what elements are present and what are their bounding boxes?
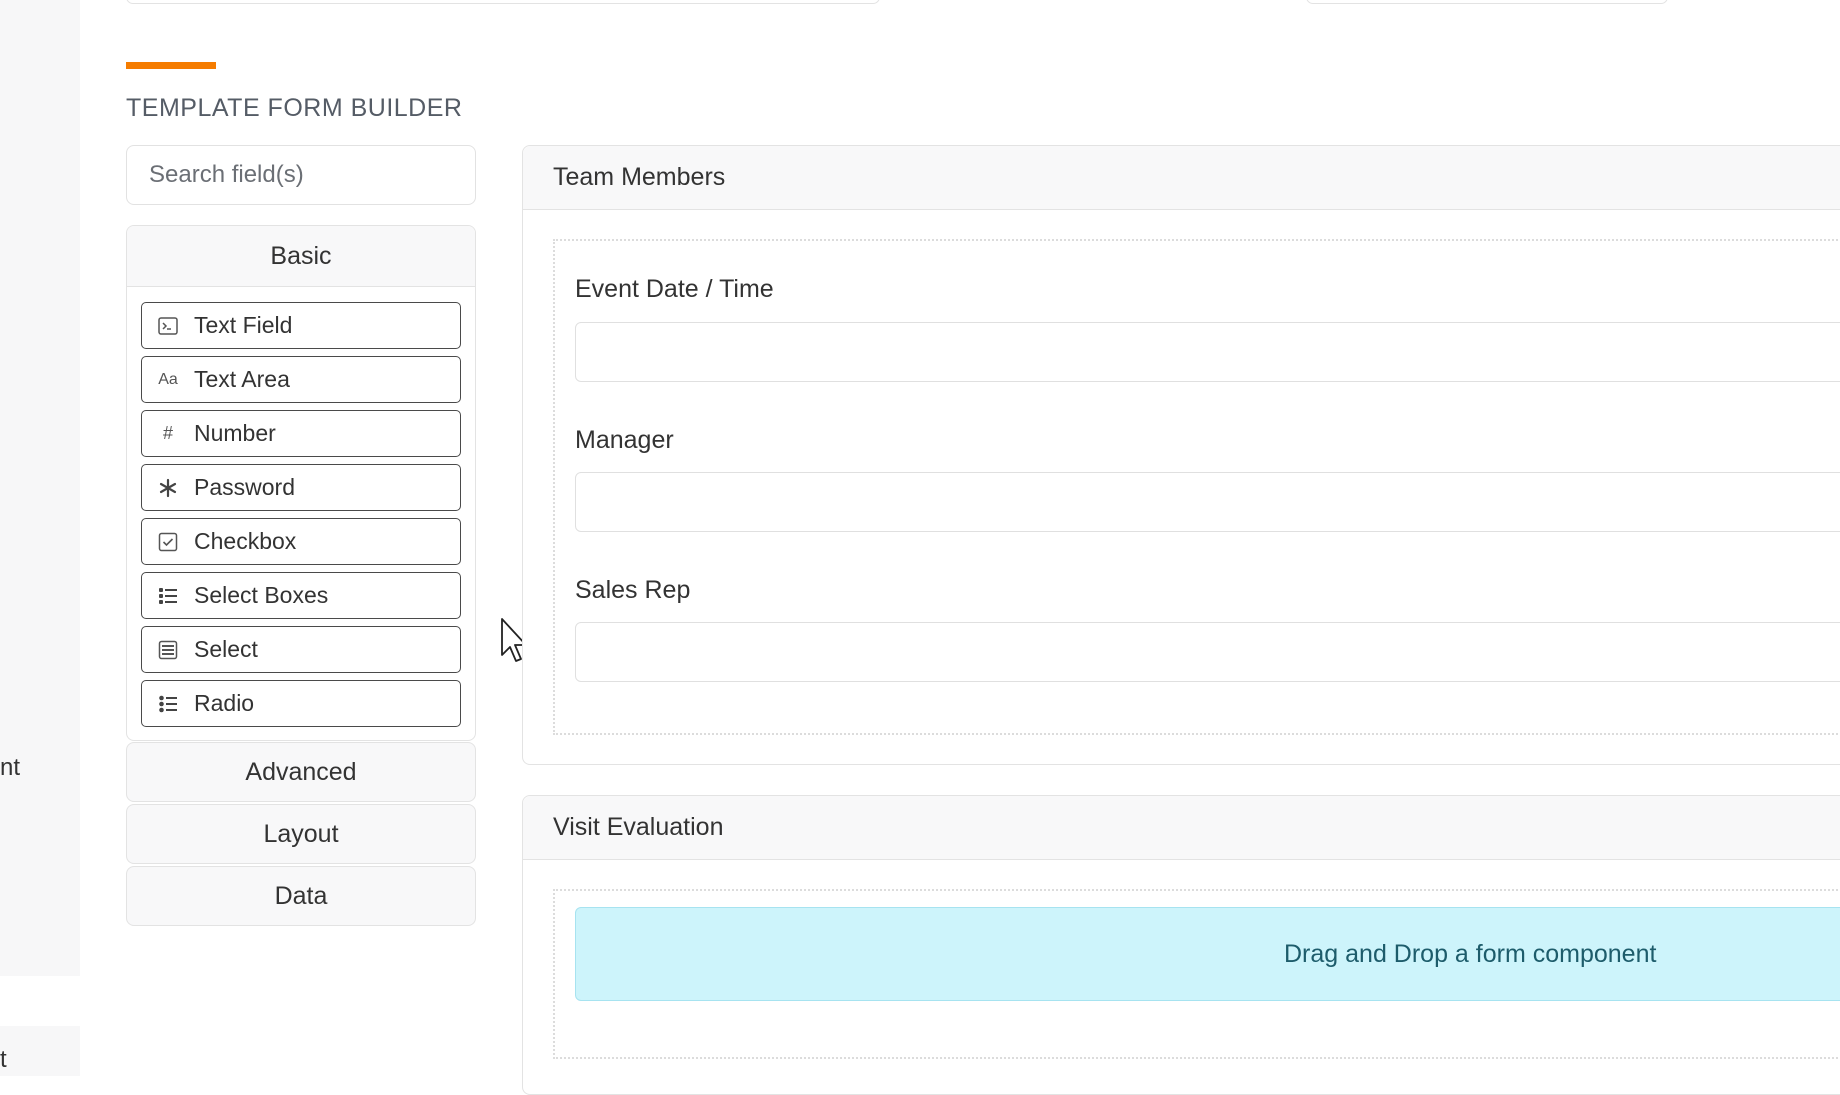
component-label: Select bbox=[194, 636, 258, 662]
sidebar-text-fragment[interactable]: nt bbox=[0, 754, 20, 782]
radio-component[interactable]: Radio bbox=[141, 680, 461, 727]
manager-input[interactable] bbox=[575, 472, 1840, 532]
top-select-field[interactable] bbox=[1306, 0, 1668, 4]
advanced-group-header[interactable]: Advanced bbox=[126, 742, 476, 802]
select-boxes-component[interactable]: Select Boxes bbox=[141, 572, 461, 619]
sidebar-text-fragment[interactable]: t bbox=[0, 1046, 7, 1074]
visit-evaluation-panel: Visit Evaluation Drag and Drop a form co… bbox=[522, 795, 1840, 1095]
font-aa-icon: Aa bbox=[158, 370, 178, 388]
manager-label: Manager bbox=[575, 426, 674, 454]
list-ul-icon bbox=[142, 694, 194, 714]
asterisk-icon bbox=[142, 478, 194, 498]
panel-title[interactable]: Visit Evaluation bbox=[523, 796, 1840, 860]
th-list-icon bbox=[142, 640, 194, 660]
title-accent-bar bbox=[126, 62, 216, 69]
event-date-time-input[interactable] bbox=[575, 322, 1840, 382]
select-component[interactable]: Select bbox=[141, 626, 461, 673]
team-members-panel: Team Members Event Date / Time Manager S… bbox=[522, 145, 1840, 765]
drag-drop-hint: Drag and Drop a form component bbox=[575, 907, 1840, 1001]
component-label: Text Area bbox=[194, 366, 290, 392]
search-fields-input[interactable] bbox=[126, 145, 476, 205]
left-sidebar bbox=[0, 0, 80, 976]
component-label: Checkbox bbox=[194, 528, 297, 554]
component-label: Text Field bbox=[194, 312, 293, 338]
component-label: Radio bbox=[194, 690, 255, 716]
panel-dropzone[interactable]: Event Date / Time Manager Sales Rep bbox=[553, 239, 1840, 735]
panel-dropzone[interactable]: Drag and Drop a form component bbox=[553, 889, 1840, 1059]
data-group-header[interactable]: Data bbox=[126, 866, 476, 926]
component-list: Text Field Aa Text Area # Number Passwor… bbox=[141, 302, 461, 734]
panel-title[interactable]: Team Members bbox=[523, 146, 1840, 210]
left-sidebar-bottom bbox=[0, 1026, 80, 1076]
password-component[interactable]: Password bbox=[141, 464, 461, 511]
basic-group: Basic Text Field Aa Text Area # Number P… bbox=[126, 225, 476, 741]
sales-rep-label: Sales Rep bbox=[575, 576, 691, 604]
terminal-icon bbox=[142, 316, 194, 335]
layout-group-header[interactable]: Layout bbox=[126, 804, 476, 864]
top-input-field[interactable] bbox=[126, 0, 880, 4]
component-label: Select Boxes bbox=[194, 582, 329, 608]
text-area-component[interactable]: Aa Text Area bbox=[141, 356, 461, 403]
check-square-icon bbox=[142, 532, 194, 552]
checkbox-component[interactable]: Checkbox bbox=[141, 518, 461, 565]
page-title: TEMPLATE FORM BUILDER bbox=[126, 94, 463, 122]
hash-icon: # bbox=[162, 423, 173, 443]
number-component[interactable]: # Number bbox=[141, 410, 461, 457]
sales-rep-input[interactable] bbox=[575, 622, 1840, 682]
component-label: Number bbox=[194, 420, 276, 446]
list-check-icon bbox=[142, 586, 194, 606]
text-field-component[interactable]: Text Field bbox=[141, 302, 461, 349]
component-label: Password bbox=[194, 474, 295, 500]
basic-group-header[interactable]: Basic bbox=[127, 226, 475, 287]
event-date-time-label: Event Date / Time bbox=[575, 275, 774, 303]
